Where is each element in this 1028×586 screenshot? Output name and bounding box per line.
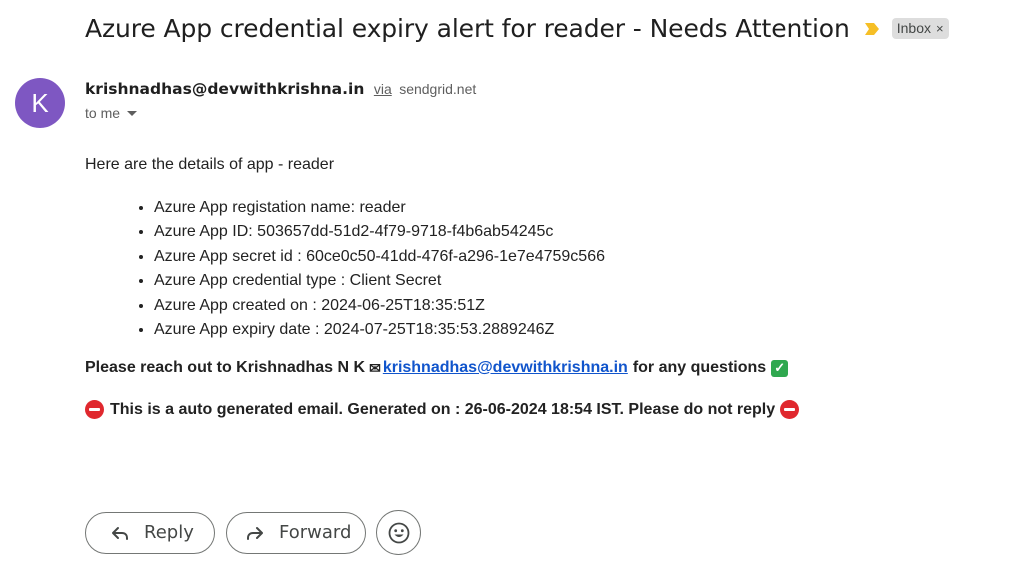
list-item: Azure App created on : 2024-06-25T18:35:… (154, 294, 605, 318)
inbox-label-text: Inbox (896, 20, 931, 36)
reply-arrow-icon (112, 526, 128, 540)
envelope-icon: ✉ (369, 359, 381, 376)
remove-label-icon[interactable]: × (936, 21, 944, 36)
via-link[interactable]: via (374, 81, 392, 97)
notice-text: This is a auto generated email. Generate… (110, 400, 776, 418)
message-actions: Reply Forward (85, 510, 421, 555)
no-entry-icon (780, 400, 800, 419)
show-details-chevron-down-icon[interactable] (127, 110, 138, 116)
contact-prefix: Please reach out to Krishnadhas N K (85, 359, 366, 376)
forward-arrow-icon (247, 526, 263, 540)
email-subject: Azure App credential expiry alert for re… (85, 14, 850, 43)
contact-line: Please reach out to Krishnadhas N K ✉ kr… (85, 359, 789, 377)
no-entry-icon (85, 400, 104, 419)
sender-row: krishnadhas@devwithkrishna.in via sendgr… (85, 80, 476, 99)
email-intro: Here are the details of app - reader (85, 156, 335, 173)
forward-button[interactable]: Forward (226, 511, 366, 554)
sender-avatar[interactable]: K (15, 78, 65, 128)
check-mark-icon: ✓ (771, 359, 789, 377)
auto-generated-notice: This is a auto generated email. Generate… (85, 400, 800, 419)
contact-suffix: for any questions (632, 359, 767, 376)
inbox-label-chip[interactable]: Inbox × (891, 18, 949, 39)
list-item: Azure App secret id : 60ce0c50-41dd-476f… (154, 245, 605, 269)
importance-marker-icon[interactable] (864, 22, 880, 36)
sender-email[interactable]: krishnadhas@devwithkrishna.in (85, 80, 364, 98)
forward-label: Forward (279, 522, 352, 543)
list-item: Azure App expiry date : 2024-07-25T18:35… (154, 318, 605, 342)
via-domain: sendgrid.net (399, 81, 477, 97)
emoji-reaction-button[interactable] (376, 510, 421, 555)
reply-label: Reply (144, 522, 194, 543)
recipient-row[interactable]: to me (85, 105, 138, 121)
list-item: Azure App registation name: reader (154, 196, 605, 220)
reply-button[interactable]: Reply (85, 511, 215, 554)
contact-email-link[interactable]: krishnadhas@devwithkrishna.in (383, 359, 628, 377)
list-item: Azure App credential type : Client Secre… (154, 269, 605, 293)
recipient-text: to me (85, 105, 121, 121)
subject-row: Azure App credential expiry alert for re… (85, 14, 949, 43)
avatar-letter: K (31, 87, 49, 118)
app-details-list: Azure App registation name: reader Azure… (85, 196, 605, 342)
smiley-icon (388, 522, 409, 543)
list-item: Azure App ID: 503657dd-51d2-4f79-9718-f4… (154, 220, 605, 244)
